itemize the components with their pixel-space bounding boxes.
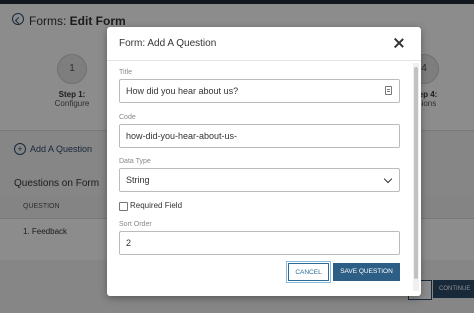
add-question-modal: Form: Add A Question Title How did you h… [107,27,421,296]
data-type-select[interactable]: String [119,168,400,192]
save-question-button[interactable]: SAVE QUESTION [333,263,400,281]
data-type-value: String [126,175,150,185]
scrollbar-thumb[interactable] [414,67,418,279]
chevron-down-icon [383,174,393,184]
modal-title: Form: Add A Question [119,38,217,49]
close-icon[interactable] [393,37,405,49]
title-input[interactable]: How did you hear about us? [119,79,400,103]
modal-scrollbar[interactable] [413,63,419,291]
code-input-value: how-did-you-hear-about-us- [126,131,238,141]
required-field-checkbox[interactable] [119,202,128,211]
modal-header: Form: Add A Question [107,27,421,61]
title-label: Title [119,69,132,76]
document-icon [385,86,392,95]
data-type-label: Data Type [119,158,151,165]
sort-order-input[interactable]: 2 [119,231,400,255]
sort-order-value: 2 [126,238,132,248]
code-label: Code [119,114,136,121]
required-field-label: Required Field [130,201,183,210]
code-input[interactable]: how-did-you-hear-about-us- [119,124,400,148]
sort-order-label: Sort Order [119,221,152,228]
cancel-button[interactable]: CANCEL [286,261,331,283]
title-input-value: How did you hear about us? [126,86,239,96]
